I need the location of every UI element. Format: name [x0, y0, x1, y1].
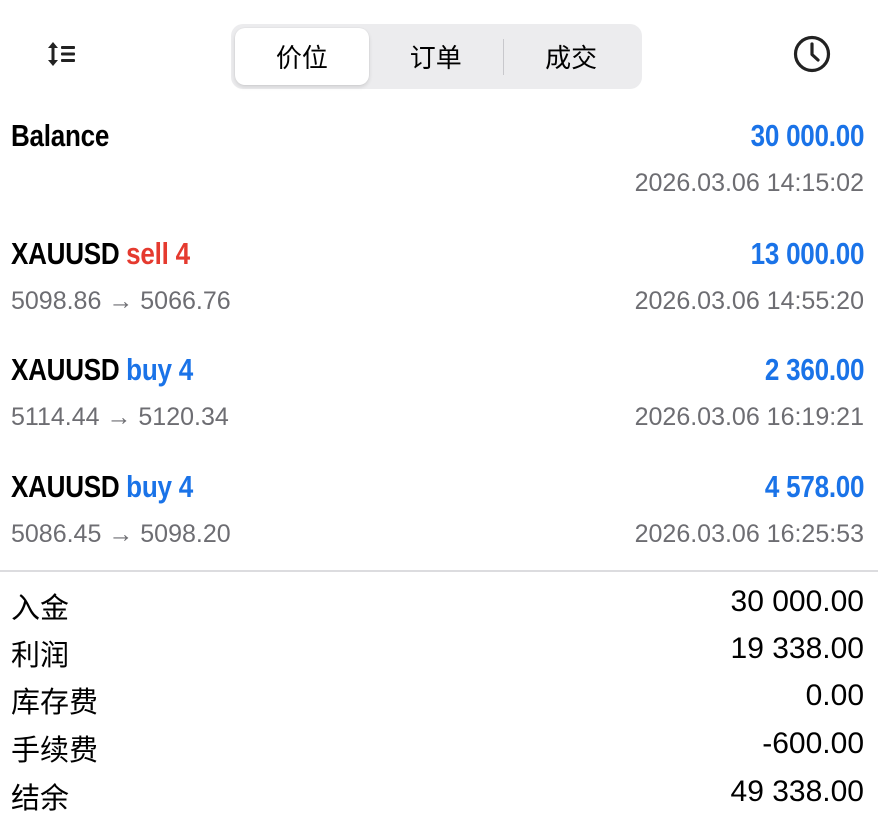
- summary-label: 库存费: [11, 685, 99, 719]
- entry-amount: 30 000.00: [750, 118, 864, 153]
- list-item-deal[interactable]: XAUUSD sell 4 13 000.00 5098.86 → 5066.76…: [0, 236, 878, 352]
- summary-value: 49 338.00: [730, 775, 864, 808]
- summary-profit: 利润 19 338.00: [0, 632, 878, 680]
- summary-deposit: 入金 30 000.00: [0, 585, 878, 633]
- summary-label: 利润: [11, 638, 70, 672]
- top-toolbar: 价位 订单 成交: [0, 0, 878, 110]
- entry-time: 2026.03.06 14:15:02: [634, 169, 864, 197]
- entry-prices: 5098.86 → 5066.76: [11, 287, 231, 315]
- summary-value: 19 338.00: [730, 632, 864, 665]
- history-button[interactable]: [790, 34, 834, 74]
- entry-type: buy 4: [126, 469, 193, 504]
- entry-time: 2026.03.06 14:55:20: [634, 287, 864, 315]
- clock-icon: [793, 35, 831, 73]
- summary-label: 入金: [11, 591, 70, 625]
- list-item-deal[interactable]: XAUUSD buy 4 2 360.00 5114.44 → 5120.34 2…: [0, 352, 878, 468]
- summary-value: 30 000.00: [730, 585, 864, 618]
- entry-symbol: XAUUSD: [11, 236, 120, 271]
- entry-title: XAUUSD buy 4: [11, 469, 193, 505]
- summary-divider: [0, 570, 878, 572]
- summary-swap: 库存费 0.00: [0, 679, 878, 727]
- tab-orders[interactable]: 订单: [369, 28, 503, 85]
- sort-icon: [48, 42, 75, 66]
- entry-type: buy 4: [126, 352, 193, 387]
- sort-button[interactable]: [40, 36, 84, 72]
- entry-prices: 5114.44 → 5120.34: [11, 403, 229, 431]
- entry-prices: 5086.45 → 5098.20: [11, 520, 231, 548]
- tab-prices[interactable]: 价位: [235, 28, 369, 85]
- entry-title: XAUUSD buy 4: [11, 352, 193, 388]
- summary-label: 手续费: [11, 733, 99, 767]
- entry-symbol: XAUUSD: [11, 352, 120, 387]
- summary-value: 0.00: [805, 679, 864, 712]
- entry-title: Balance: [11, 118, 110, 153]
- entry-title: XAUUSD sell 4: [11, 236, 190, 272]
- entry-time: 2026.03.06 16:19:21: [634, 403, 864, 431]
- list-item-deal[interactable]: XAUUSD buy 4 4 578.00 5086.45 → 5098.20 2…: [0, 469, 878, 585]
- entry-type: sell 4: [126, 236, 190, 271]
- summary-value: -600.00: [762, 727, 864, 760]
- entry-time: 2026.03.06 16:25:53: [634, 520, 864, 548]
- entry-amount: 2 360.00: [764, 352, 865, 387]
- tab-segmented-control: 价位 订单 成交: [231, 24, 642, 89]
- entry-symbol: XAUUSD: [11, 469, 120, 504]
- tab-deals[interactable]: 成交: [504, 28, 638, 85]
- entry-amount: 13 000.00: [750, 236, 864, 271]
- list-item-balance[interactable]: Balance 30 000.00 2026.03.06 14:15:02: [0, 118, 878, 234]
- summary-label: 结余: [11, 781, 70, 815]
- summary-commission: 手续费 -600.00: [0, 727, 878, 775]
- entry-amount: 4 578.00: [764, 469, 865, 504]
